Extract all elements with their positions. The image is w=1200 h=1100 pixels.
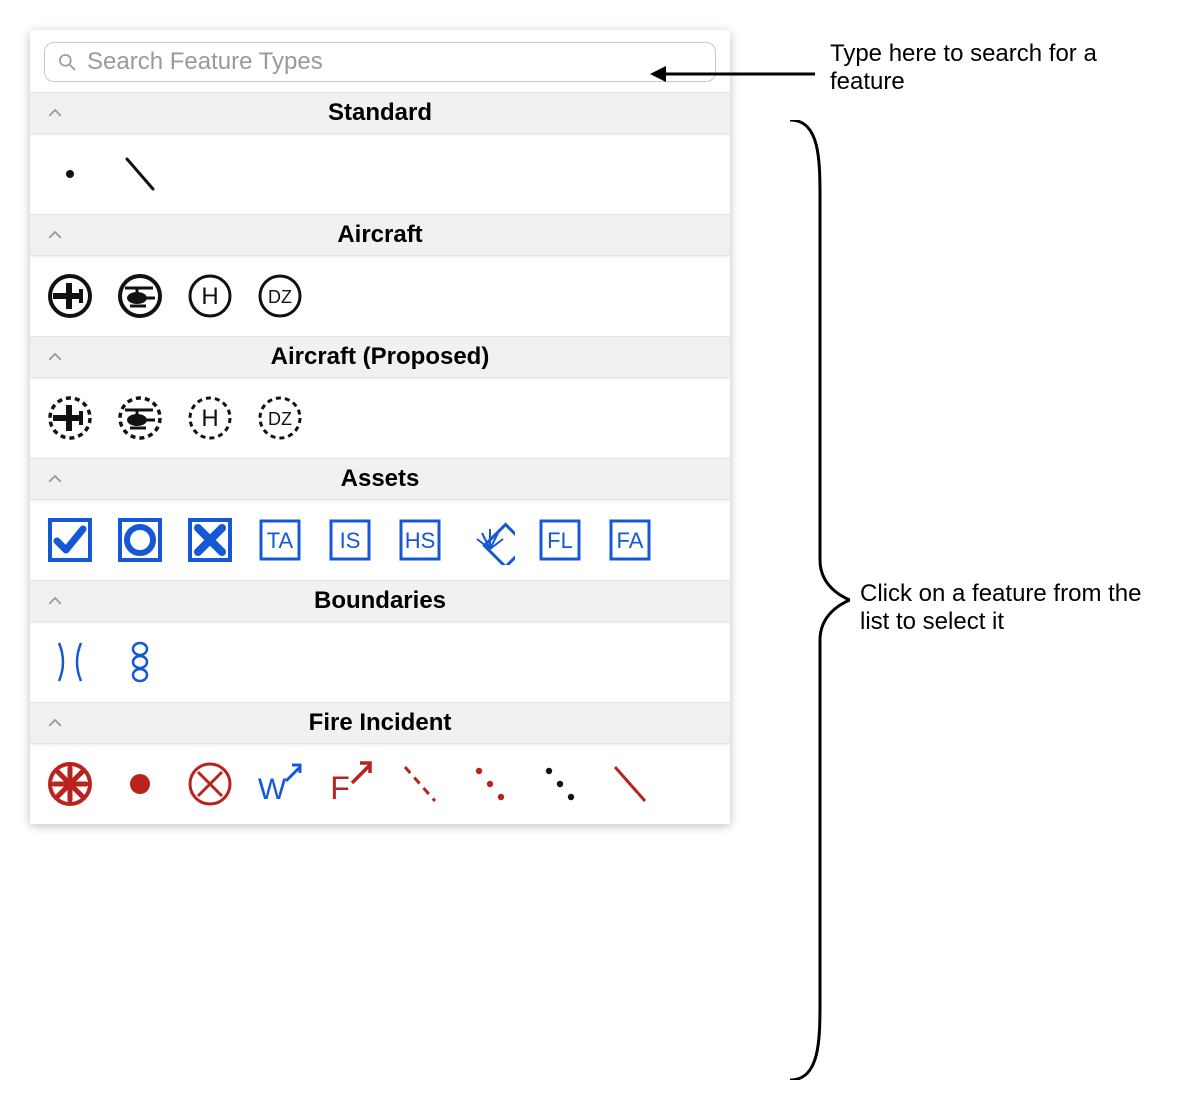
- section-body-fire: W F: [30, 744, 730, 824]
- section-body-assets: TA IS HS: [30, 500, 730, 580]
- asset-check-icon[interactable]: [44, 514, 96, 566]
- section-body-aircraft: H DZ: [30, 256, 730, 336]
- drop-zone-proposed-icon[interactable]: DZ: [254, 392, 306, 444]
- point-icon[interactable]: [44, 148, 96, 200]
- section-title: Standard: [44, 99, 716, 127]
- annotation-brace-icon: [780, 120, 850, 1080]
- chevron-up-icon: [46, 348, 64, 366]
- svg-text:H: H: [201, 283, 218, 310]
- fire-w-arrow-icon[interactable]: W: [254, 758, 306, 810]
- svg-text:FA: FA: [617, 528, 644, 553]
- asset-x-icon[interactable]: [184, 514, 236, 566]
- chevron-up-icon: [46, 714, 64, 732]
- fixed-wing-icon[interactable]: [44, 270, 96, 322]
- section-header-standard[interactable]: Standard: [30, 92, 730, 134]
- svg-text:DZ: DZ: [268, 287, 292, 307]
- svg-text:IS: IS: [340, 528, 361, 553]
- section-header-boundaries[interactable]: Boundaries: [30, 580, 730, 622]
- asset-fa-icon[interactable]: FA: [604, 514, 656, 566]
- section-title: Fire Incident: [44, 709, 716, 737]
- asset-fl-icon[interactable]: FL: [534, 514, 586, 566]
- annotation-arrow-icon: [650, 54, 820, 94]
- boundary-arc-icon[interactable]: [44, 636, 96, 688]
- chevron-up-icon: [46, 104, 64, 122]
- fire-line-red-icon[interactable]: [604, 758, 656, 810]
- chevron-up-icon: [46, 470, 64, 488]
- asset-fan-icon[interactable]: [464, 514, 516, 566]
- fixed-wing-proposed-icon[interactable]: [44, 392, 96, 444]
- chevron-up-icon: [46, 226, 64, 244]
- svg-text:W: W: [258, 773, 287, 806]
- svg-text:HS: HS: [405, 528, 436, 553]
- chevron-up-icon: [46, 592, 64, 610]
- fire-asterisk-icon[interactable]: [44, 758, 96, 810]
- section-header-aircraft-proposed[interactable]: Aircraft (Proposed): [30, 336, 730, 378]
- svg-text:TA: TA: [267, 528, 294, 553]
- svg-text:FL: FL: [547, 528, 573, 553]
- section-title: Assets: [44, 465, 716, 493]
- asset-circle-icon[interactable]: [114, 514, 166, 566]
- search-input[interactable]: [85, 47, 703, 77]
- boundary-chain-icon[interactable]: [114, 636, 166, 688]
- svg-text:DZ: DZ: [268, 409, 292, 429]
- svg-text:H: H: [201, 405, 218, 432]
- helipad-h-proposed-icon[interactable]: H: [184, 392, 236, 444]
- section-title: Boundaries: [44, 587, 716, 615]
- section-body-boundaries: [30, 622, 730, 702]
- annotation-search-hint: Type here to search for a feature: [830, 40, 1150, 96]
- annotation-list-hint: Click on a feature from the list to sele…: [860, 580, 1150, 636]
- svg-text:F: F: [330, 770, 350, 806]
- section-title: Aircraft (Proposed): [44, 343, 716, 371]
- section-header-fire[interactable]: Fire Incident: [30, 702, 730, 744]
- section-body-standard: [30, 134, 730, 214]
- search-box[interactable]: [44, 42, 716, 82]
- fire-circled-x-icon[interactable]: [184, 758, 236, 810]
- fire-dots-black-icon[interactable]: [534, 758, 586, 810]
- line-icon[interactable]: [114, 148, 166, 200]
- asset-hs-icon[interactable]: HS: [394, 514, 446, 566]
- helipad-h-icon[interactable]: H: [184, 270, 236, 322]
- drop-zone-icon[interactable]: DZ: [254, 270, 306, 322]
- search-container: [30, 30, 730, 92]
- section-header-aircraft[interactable]: Aircraft: [30, 214, 730, 256]
- search-icon: [57, 52, 77, 72]
- fire-f-arrow-icon[interactable]: F: [324, 758, 376, 810]
- section-header-assets[interactable]: Assets: [30, 458, 730, 500]
- section-body-aircraft-proposed: H DZ: [30, 378, 730, 458]
- asset-is-icon[interactable]: IS: [324, 514, 376, 566]
- fire-dots-red-icon[interactable]: [464, 758, 516, 810]
- helicopter-proposed-icon[interactable]: [114, 392, 166, 444]
- feature-types-panel: Standard Aircraft: [30, 30, 730, 824]
- helicopter-icon[interactable]: [114, 270, 166, 322]
- fire-dash-red-icon[interactable]: [394, 758, 446, 810]
- section-title: Aircraft: [44, 221, 716, 249]
- asset-ta-icon[interactable]: TA: [254, 514, 306, 566]
- fire-dot-icon[interactable]: [114, 758, 166, 810]
